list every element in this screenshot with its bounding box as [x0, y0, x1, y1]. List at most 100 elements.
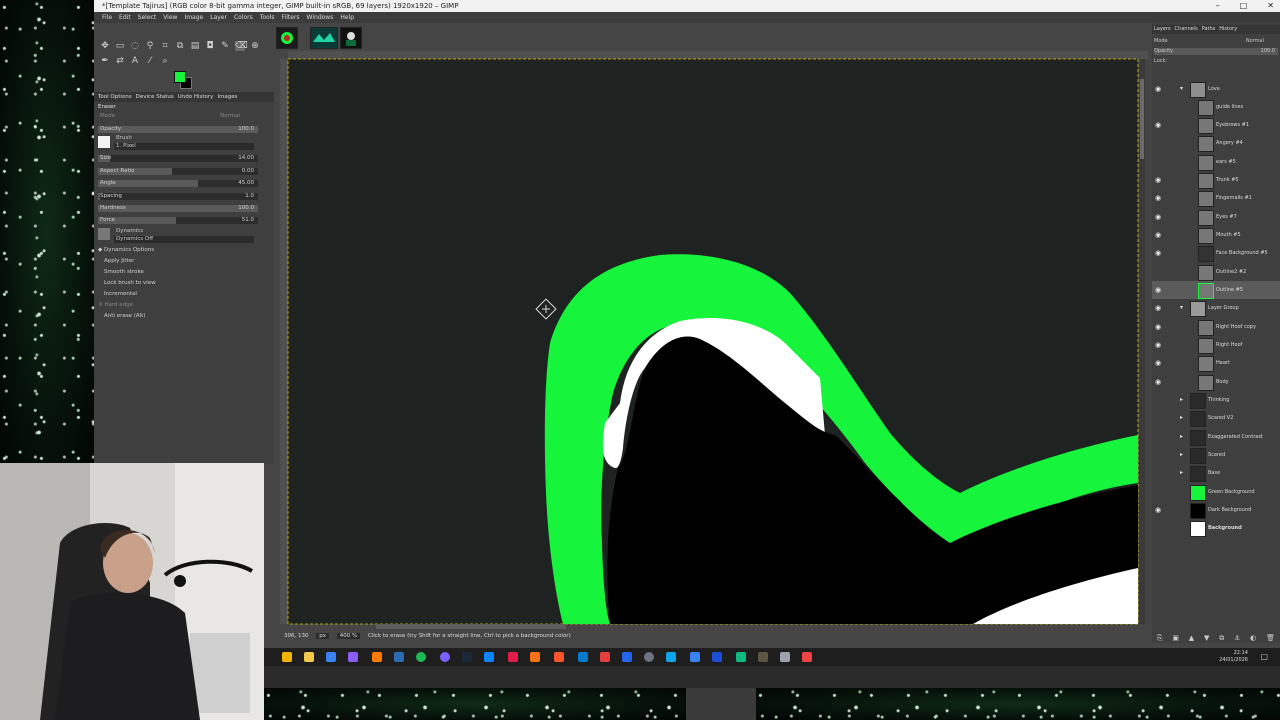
layer-row-selected[interactable]: ◉ Outline #5	[1152, 281, 1280, 299]
app-icon[interactable]	[802, 652, 812, 662]
layer-row[interactable]: ◉ Right Hoof	[1152, 336, 1280, 354]
app-icon[interactable]	[690, 652, 700, 662]
maximize-button[interactable]: □	[1240, 0, 1248, 12]
layer-row[interactable]: Green Background	[1152, 483, 1280, 501]
color-picker-icon[interactable]: ⁄	[145, 56, 155, 66]
layer-row[interactable]: ears #5	[1152, 153, 1280, 171]
app-icon[interactable]	[712, 652, 722, 662]
dynamics-value[interactable]: Dynamics Off	[116, 236, 153, 243]
anti-erase-checkbox[interactable]: Anti erase (Alt)	[104, 312, 145, 321]
vscode-icon[interactable]	[578, 652, 588, 662]
smooth-stroke-checkbox[interactable]: Smooth stroke	[104, 268, 144, 277]
app-icon[interactable]	[394, 652, 404, 662]
layer-row[interactable]: ◉ Body	[1152, 373, 1280, 391]
eye-icon[interactable]: ◉	[1155, 506, 1163, 514]
lower-layer-icon[interactable]: ▼	[1204, 633, 1209, 643]
eye-icon[interactable]: ◉	[1155, 213, 1163, 221]
smudge-icon[interactable]: ⇄	[115, 56, 125, 66]
layer-row[interactable]: ◉ Face Background #5	[1152, 244, 1280, 262]
layer-row[interactable]: ▸ Base	[1152, 464, 1280, 482]
eye-icon[interactable]: ◉	[1155, 359, 1163, 367]
fuzzy-select-icon[interactable]: ⚲	[145, 41, 155, 51]
layer-row[interactable]: ◉ Right Hoof copy	[1152, 318, 1280, 336]
menu-colors[interactable]: Colors	[234, 12, 253, 23]
layer-row[interactable]: ◉ Fingernails #1	[1152, 189, 1280, 207]
tab-tool-options[interactable]: Tool Options	[98, 92, 132, 102]
delete-layer-icon[interactable]: 🗑	[1266, 633, 1275, 643]
hard-edge-checkbox[interactable]: ✕ Hard edge	[98, 301, 133, 310]
bucket-fill-icon[interactable]: ◘	[205, 41, 215, 51]
expand-icon[interactable]: ▸	[1180, 396, 1188, 404]
firefox-icon[interactable]	[372, 652, 382, 662]
file-explorer-icon[interactable]	[304, 652, 314, 662]
dynamics-options-toggle[interactable]: ◆ Dynamics Options	[98, 246, 154, 255]
brave-icon[interactable]	[554, 652, 564, 662]
layer-row[interactable]: ▸ Exaggerated Contrast	[1152, 428, 1280, 446]
crop-icon[interactable]: ⌗	[160, 41, 170, 51]
expand-icon[interactable]: ▸	[1180, 414, 1188, 422]
layer-row[interactable]: ◉ Eyes #7	[1152, 208, 1280, 226]
app-icon[interactable]	[622, 652, 632, 662]
eye-icon[interactable]: ◉	[1155, 286, 1163, 294]
layer-mode-select[interactable]: Mode Normal	[1154, 37, 1278, 45]
menu-file[interactable]: File	[102, 12, 112, 23]
tab-undo-history[interactable]: Undo History	[178, 92, 214, 102]
zoom-icon[interactable]: ⌕	[160, 56, 170, 66]
hardness-slider[interactable]: Hardness 100.0	[98, 204, 268, 213]
lock-brush-checkbox[interactable]: Lock brush to view	[104, 279, 156, 288]
unit-select[interactable]: px	[316, 633, 329, 639]
app-icon[interactable]	[780, 652, 790, 662]
eye-icon[interactable]: ◉	[1155, 121, 1163, 129]
layer-row[interactable]: ◉ Trunk #5	[1152, 171, 1280, 189]
zoom-select[interactable]: 400 %	[336, 633, 361, 639]
warp-icon[interactable]: ▤	[190, 41, 200, 51]
menu-tools[interactable]: Tools	[260, 12, 275, 23]
eraser-icon[interactable]: ⌫	[235, 41, 248, 51]
eye-icon[interactable]: ◉	[1155, 231, 1163, 239]
layer-row[interactable]: ▸ Thinking	[1152, 391, 1280, 409]
minimize-button[interactable]: –	[1216, 0, 1220, 12]
menu-layer[interactable]: Layer	[210, 12, 227, 23]
transform-icon[interactable]: ⧉	[175, 41, 185, 51]
menu-windows[interactable]: Windows	[307, 12, 334, 23]
incremental-checkbox[interactable]: Incremental	[104, 290, 137, 299]
app-icon[interactable]	[530, 652, 540, 662]
app-icon[interactable]	[508, 652, 518, 662]
eye-icon[interactable]: ◉	[1155, 323, 1163, 331]
app-icon[interactable]	[666, 652, 676, 662]
chrome-icon[interactable]	[282, 652, 292, 662]
eye-icon[interactable]: ◉	[1155, 378, 1163, 386]
canvas-viewport[interactable]	[280, 23, 1148, 643]
notification-icon[interactable]: ▢	[1260, 652, 1268, 661]
layer-row[interactable]: ◉ ▾ Love	[1152, 80, 1280, 98]
horizontal-scrollbar[interactable]	[376, 624, 566, 629]
mask-layer-icon[interactable]: ◐	[1250, 633, 1256, 643]
close-button[interactable]: ✕	[1267, 0, 1274, 12]
mode-select[interactable]: Mode Normal	[98, 112, 268, 121]
vertical-scrollbar[interactable]	[1139, 59, 1145, 624]
foreground-color-swatch[interactable]	[174, 71, 186, 83]
lasso-icon[interactable]: ◌	[130, 41, 140, 51]
brush-preview[interactable]	[98, 136, 110, 148]
layer-row[interactable]: ▸ Scared V2	[1152, 409, 1280, 427]
expand-icon[interactable]: ▸	[1180, 451, 1188, 459]
menu-edit[interactable]: Edit	[119, 12, 131, 23]
anchor-layer-icon[interactable]: ⚓	[1234, 633, 1240, 643]
collapse-icon[interactable]: ▾	[1180, 85, 1188, 93]
menu-view[interactable]: View	[163, 12, 177, 23]
tab-layers[interactable]: Layers	[1154, 25, 1171, 34]
brush-name[interactable]: 1. Pixel	[116, 143, 136, 150]
paintbrush-icon[interactable]: ✎	[220, 41, 230, 51]
eye-icon[interactable]: ◉	[1155, 304, 1163, 312]
eye-icon[interactable]: ◉	[1155, 176, 1163, 184]
expand-icon[interactable]: ▸	[1180, 469, 1188, 477]
spotify-icon[interactable]	[416, 652, 426, 662]
path-icon[interactable]: ✒	[100, 56, 110, 66]
menu-select[interactable]: Select	[138, 12, 157, 23]
app-icon[interactable]	[600, 652, 610, 662]
taskbar-clock[interactable]: 22:14 24/01/2026	[1219, 650, 1248, 664]
text-tool-icon[interactable]: A	[130, 56, 140, 66]
duplicate-layer-icon[interactable]: ⧉	[1219, 633, 1224, 643]
eye-icon[interactable]: ◉	[1155, 194, 1163, 202]
force-slider[interactable]: Force 51.0	[98, 216, 268, 225]
